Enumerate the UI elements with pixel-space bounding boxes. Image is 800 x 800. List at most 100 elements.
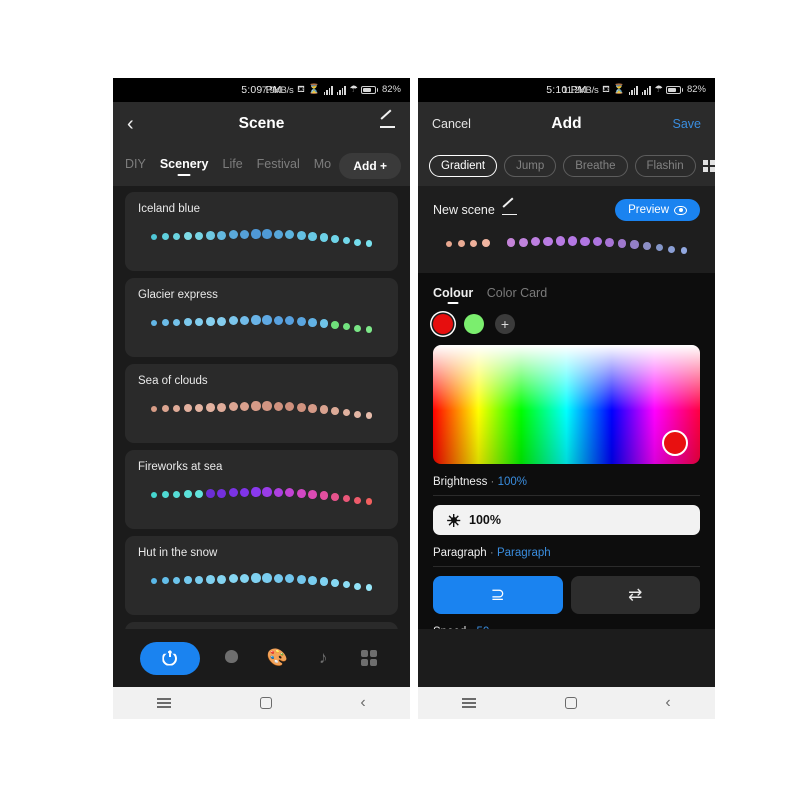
music-button[interactable]: ♪ bbox=[309, 644, 337, 672]
scene-dot bbox=[285, 488, 295, 498]
paragraph-value: Paragraph bbox=[496, 547, 551, 559]
scene-dot bbox=[239, 401, 250, 412]
mode-gradient[interactable]: Gradient bbox=[429, 155, 498, 177]
scene-dot bbox=[296, 574, 306, 584]
scene-dot bbox=[150, 319, 158, 327]
scene-dot bbox=[296, 488, 306, 498]
signal-icon bbox=[641, 85, 651, 95]
scene-dot bbox=[342, 236, 351, 245]
category-tabs: DIY Scenery Life Festival Mo Add + bbox=[113, 146, 410, 186]
scene-dot bbox=[217, 574, 227, 584]
scene-dot bbox=[217, 488, 227, 498]
scene-card[interactable]: Iceland blue bbox=[125, 192, 398, 271]
colour-swatch-green[interactable] bbox=[464, 314, 484, 334]
tab-color-card[interactable]: Color Card bbox=[487, 286, 547, 304]
scene-dot bbox=[172, 318, 181, 327]
scene-dot bbox=[251, 229, 261, 239]
home-icon[interactable] bbox=[259, 697, 272, 709]
scene-card[interactable]: Glacier express bbox=[125, 278, 398, 357]
scene-dot bbox=[580, 236, 590, 246]
wifi-icon: ☂ bbox=[654, 84, 663, 96]
back-icon[interactable]: ‹ bbox=[360, 694, 365, 712]
scene-dot bbox=[285, 402, 295, 412]
brightness-slider[interactable]: 100% bbox=[433, 505, 700, 535]
tab-scenery[interactable]: Scenery bbox=[160, 157, 209, 176]
scene-card[interactable]: Firefly night bbox=[125, 622, 398, 629]
scene-dot bbox=[342, 580, 351, 589]
add-scene-body: New scene Preview Colour Color Card + Br… bbox=[418, 186, 715, 629]
scene-list[interactable]: Iceland blue Glacier express Sea of clouds… bbox=[113, 186, 410, 629]
back-button[interactable]: ‹ bbox=[127, 114, 134, 134]
speed-label-row: Speed · 50 bbox=[433, 626, 700, 629]
scene-dot bbox=[273, 487, 284, 497]
scene-dot bbox=[195, 489, 204, 499]
colour-section: Colour Color Card + bbox=[418, 273, 715, 334]
battery-icon bbox=[666, 86, 684, 94]
scene-dot bbox=[354, 324, 362, 332]
scene-dot bbox=[262, 401, 272, 411]
pencil-icon bbox=[379, 114, 396, 131]
colour-swatch-red[interactable] bbox=[433, 314, 453, 334]
home-icon[interactable] bbox=[564, 697, 577, 709]
scene-dot bbox=[285, 230, 295, 240]
scene-dot-strip bbox=[138, 484, 385, 512]
scene-dot bbox=[365, 412, 373, 419]
paragraph-label: Paragraph bbox=[433, 547, 487, 559]
bulb-button[interactable] bbox=[218, 644, 246, 672]
power-button[interactable] bbox=[139, 641, 200, 675]
scene-dot bbox=[605, 237, 615, 247]
scene-dot bbox=[184, 232, 192, 241]
scene-dot-strip bbox=[138, 398, 385, 426]
scene-dot bbox=[150, 491, 158, 499]
tab-festival[interactable]: Festival bbox=[257, 157, 300, 176]
scene-dot bbox=[331, 579, 339, 587]
scene-card[interactable]: Fireworks at sea bbox=[125, 450, 398, 529]
scene-dot bbox=[228, 402, 238, 412]
grid-icon[interactable] bbox=[702, 160, 715, 172]
mode-flashing[interactable]: Flashin bbox=[634, 155, 696, 177]
menu-icon[interactable] bbox=[157, 698, 172, 708]
scene-dot bbox=[331, 493, 339, 501]
scene-dot bbox=[655, 243, 663, 252]
edit-button[interactable] bbox=[379, 114, 396, 134]
scene-dot-strip bbox=[138, 570, 385, 598]
scene-card[interactable]: Hut in the snow bbox=[125, 536, 398, 615]
cancel-button[interactable]: Cancel bbox=[432, 117, 471, 131]
scene-dot bbox=[161, 577, 169, 585]
add-scene-button[interactable]: Add + bbox=[339, 153, 401, 179]
battery-percent: 82% bbox=[381, 84, 401, 96]
pencil-icon[interactable] bbox=[501, 202, 518, 219]
paragraph-section: Paragraph · Paragraph bbox=[418, 547, 715, 567]
direction-option-1[interactable]: ⊇ bbox=[433, 576, 563, 614]
colour-picker-knob[interactable] bbox=[662, 430, 688, 456]
tab-more[interactable]: Mo bbox=[314, 157, 331, 176]
grid-button[interactable] bbox=[355, 644, 383, 672]
direction-option-2[interactable]: ⇄ bbox=[570, 576, 700, 614]
mode-breathe[interactable]: Breathe bbox=[563, 155, 628, 177]
scene-card[interactable]: Sea of clouds bbox=[125, 364, 398, 443]
music-note-icon: ♪ bbox=[319, 648, 328, 667]
signal-icon bbox=[336, 85, 346, 95]
scene-dot bbox=[342, 494, 351, 503]
scene-dot bbox=[184, 404, 192, 413]
scene-dot bbox=[273, 573, 284, 583]
preview-button[interactable]: Preview bbox=[615, 199, 700, 221]
save-button[interactable]: Save bbox=[673, 117, 702, 131]
scene-dot bbox=[354, 238, 362, 246]
back-icon[interactable]: ‹ bbox=[665, 694, 670, 712]
scene-dot bbox=[319, 491, 328, 500]
scene-dot bbox=[531, 237, 541, 247]
colour-picker[interactable] bbox=[433, 345, 700, 464]
menu-icon[interactable] bbox=[462, 698, 477, 708]
scene-dot bbox=[296, 230, 306, 240]
tab-diy[interactable]: DIY bbox=[125, 157, 146, 176]
scene-dot bbox=[543, 236, 553, 247]
palette-button[interactable]: 🎨 bbox=[263, 644, 291, 672]
add-colour-button[interactable]: + bbox=[495, 314, 515, 334]
mode-jump[interactable]: Jump bbox=[504, 155, 557, 177]
alarm-icon: ⏳ bbox=[613, 84, 626, 96]
wifi-icon: ☂ bbox=[349, 84, 358, 96]
scene-dot bbox=[365, 326, 373, 333]
tab-life[interactable]: Life bbox=[223, 157, 243, 176]
tab-colour[interactable]: Colour bbox=[433, 286, 473, 304]
